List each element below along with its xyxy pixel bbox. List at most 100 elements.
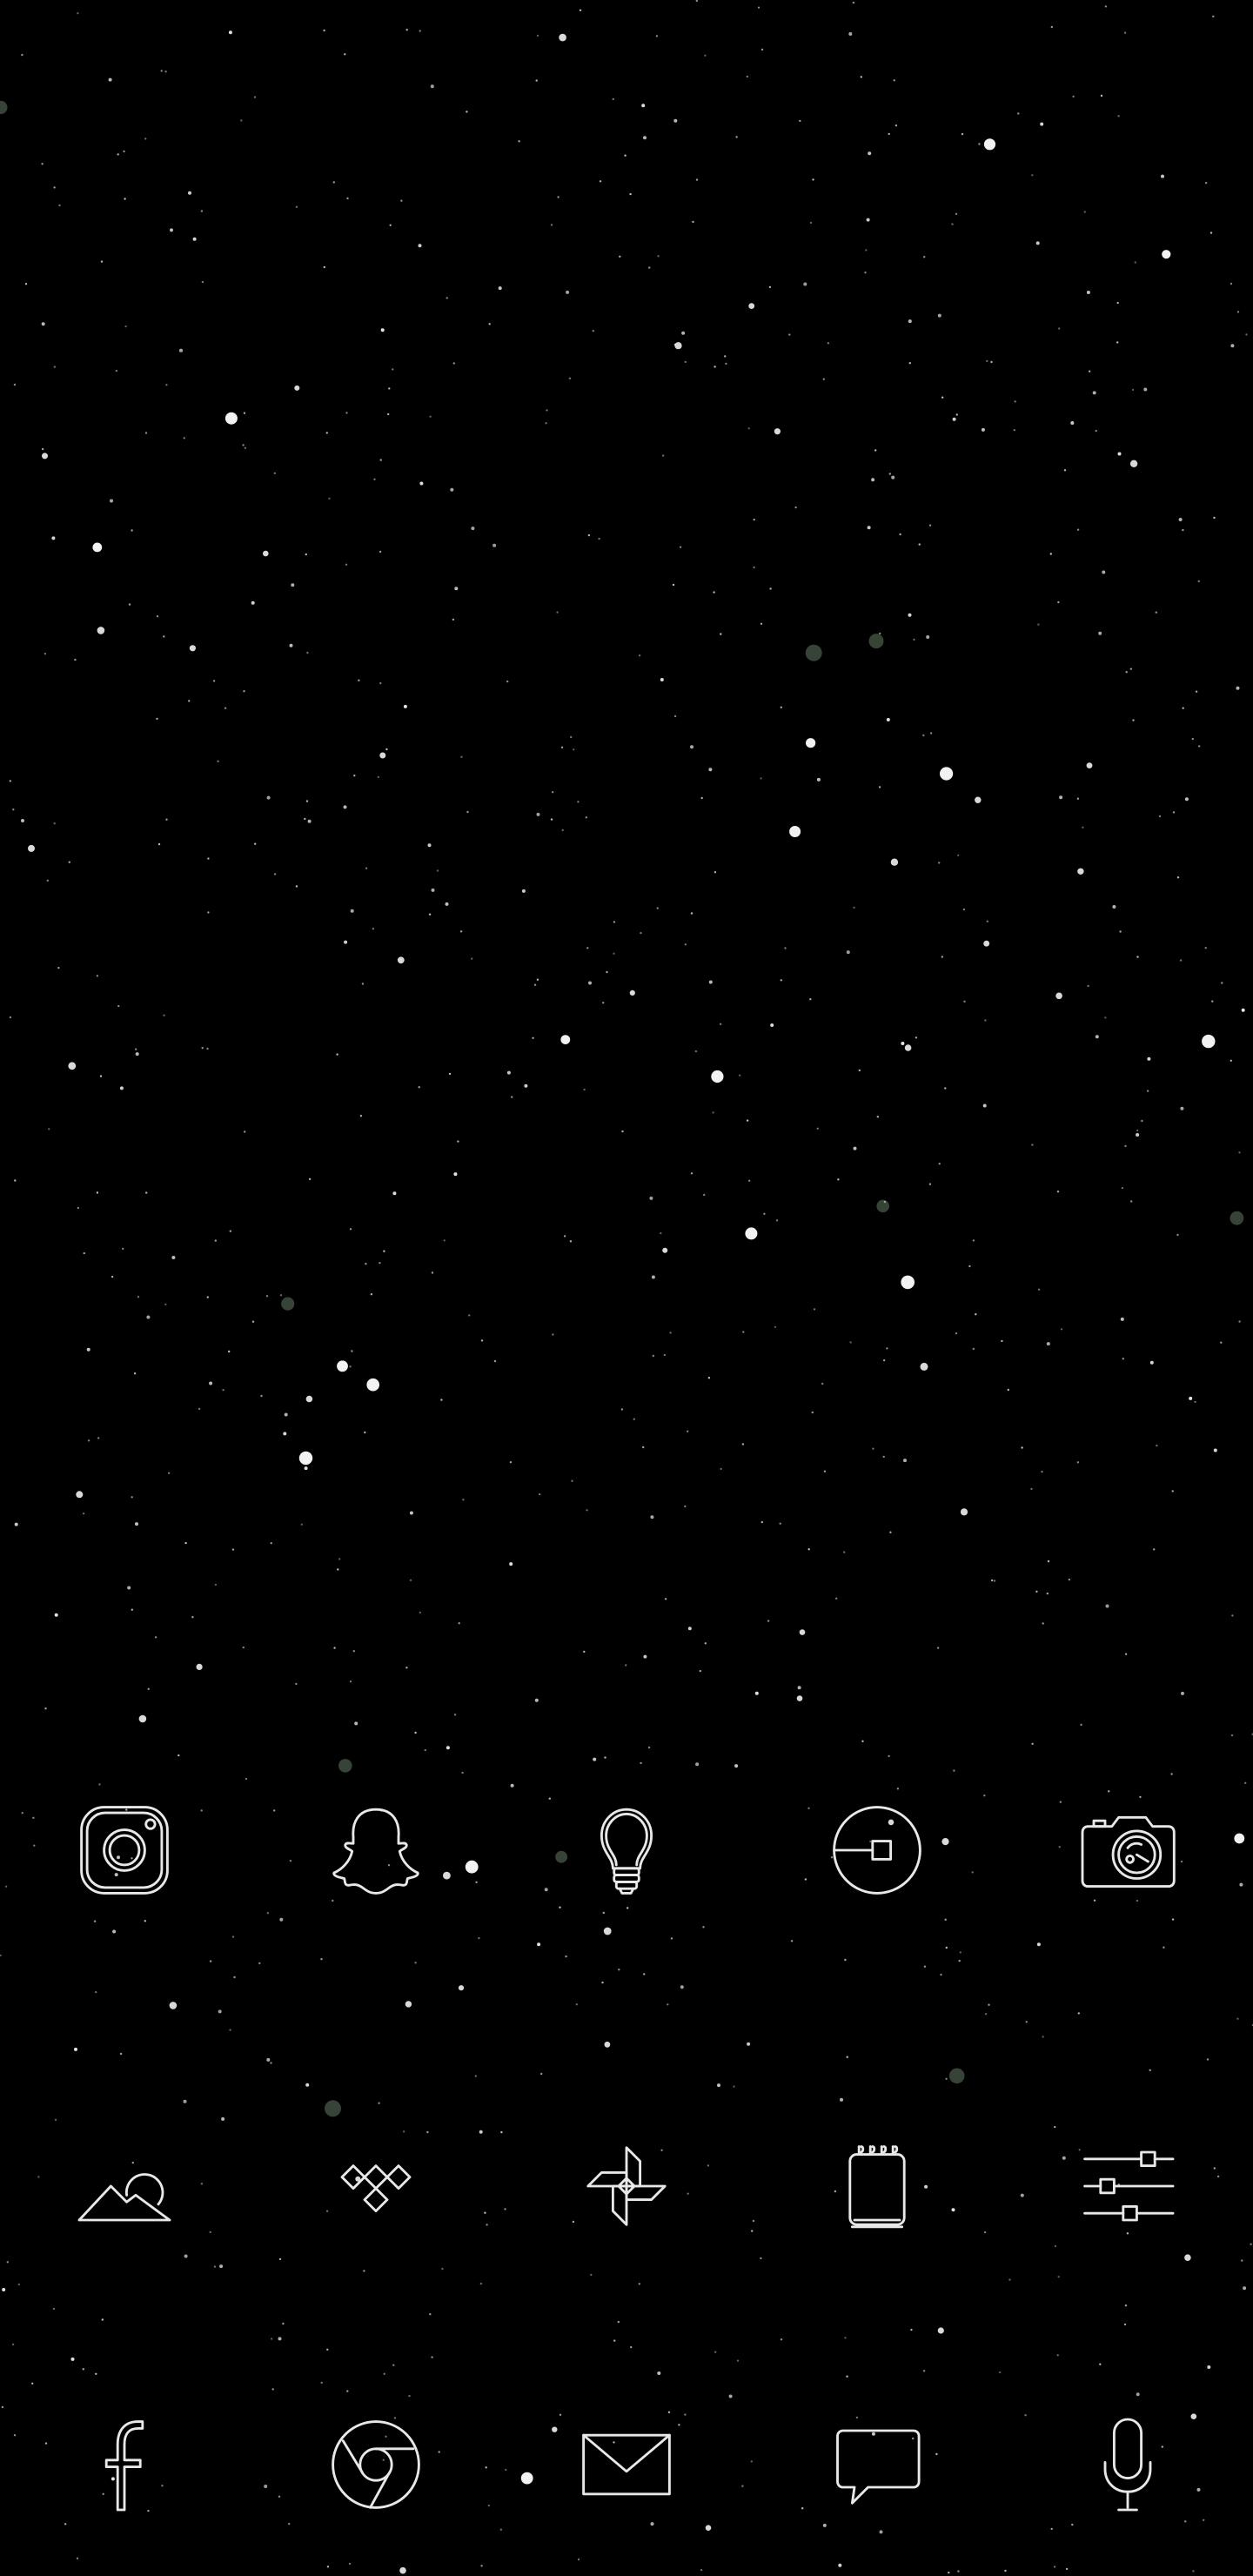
- star: [1143, 387, 1148, 392]
- star: [9, 1016, 12, 1019]
- star: [6, 2261, 9, 2264]
- star: [993, 1580, 996, 1582]
- star: [573, 748, 575, 751]
- uber-app-icon[interactable]: Uber: [807, 1781, 947, 1920]
- star: [684, 943, 687, 946]
- star: [1031, 1742, 1034, 1746]
- star: [799, 119, 801, 123]
- star: [41, 447, 44, 451]
- star: [403, 704, 407, 708]
- messages-app-icon[interactable]: Messages: [807, 2395, 947, 2534]
- star: [735, 136, 738, 138]
- star: [1147, 1057, 1151, 1061]
- star: [264, 2485, 268, 2488]
- star: [649, 1196, 653, 1200]
- chrome-app-icon[interactable]: Chrome: [306, 2395, 446, 2534]
- star: [813, 1308, 816, 1311]
- star: [127, 1586, 131, 1590]
- star: [707, 2164, 710, 2167]
- star: [746, 75, 748, 78]
- notes-app-icon[interactable]: Notes: [807, 2116, 947, 2256]
- star: [128, 603, 131, 606]
- star: [156, 717, 158, 721]
- star: [458, 1985, 465, 1991]
- star: [520, 2472, 533, 2485]
- star: [660, 1231, 662, 1235]
- star: [500, 2130, 503, 2134]
- star: [585, 816, 587, 819]
- star: [1070, 421, 1075, 425]
- star: [263, 550, 269, 557]
- star: [535, 79, 538, 82]
- settings-app-icon[interactable]: Settings: [1058, 2116, 1197, 2256]
- star: [761, 1520, 763, 1524]
- camera-app-icon[interactable]: Camera: [1058, 1781, 1197, 1920]
- star: [816, 1127, 819, 1130]
- star: [479, 2130, 483, 2134]
- star: [164, 70, 167, 73]
- star: [1001, 1339, 1003, 1343]
- tidal-app-icon[interactable]: Tidal: [306, 2116, 446, 2256]
- star: [864, 272, 867, 274]
- star: [295, 885, 298, 888]
- star: [835, 1597, 838, 1600]
- facebook-app-icon[interactable]: Facebook: [55, 2395, 194, 2534]
- star: [712, 1111, 714, 1114]
- star: [352, 1650, 355, 1653]
- star: [222, 1389, 224, 1392]
- star: [788, 333, 791, 336]
- star: [1230, 1059, 1233, 1063]
- voice-search-app-icon[interactable]: Voice Search: [1058, 2395, 1197, 2534]
- star: [747, 427, 750, 430]
- star: [882, 1358, 886, 1362]
- star: [617, 2320, 620, 2324]
- star: [304, 817, 306, 821]
- star: [278, 2495, 281, 2498]
- star: [343, 805, 347, 809]
- star: [266, 2057, 271, 2062]
- star: [651, 1275, 655, 1279]
- star: [545, 422, 547, 425]
- star: [419, 481, 424, 486]
- star: [728, 2394, 733, 2398]
- star: [1024, 2414, 1027, 2417]
- star: [1244, 1781, 1247, 1784]
- star: [1121, 1186, 1124, 1190]
- star: [641, 104, 646, 108]
- star: [660, 678, 664, 681]
- email-app-icon[interactable]: Email: [557, 2395, 696, 2534]
- star: [971, 1871, 974, 1874]
- star: [1116, 301, 1119, 305]
- star: [379, 752, 386, 759]
- snapchat-app-icon[interactable]: Snapchat: [306, 1781, 446, 1920]
- star: [561, 828, 564, 832]
- star: [1124, 1144, 1127, 1148]
- star: [629, 192, 632, 196]
- star: [337, 1568, 339, 1571]
- star: [827, 342, 830, 345]
- star: [928, 1183, 932, 1185]
- star: [642, 1446, 645, 1449]
- star: [983, 940, 990, 947]
- star: [652, 1354, 654, 1358]
- star: [1112, 905, 1116, 909]
- star: [452, 362, 455, 365]
- star: [638, 654, 641, 657]
- star: [960, 1508, 968, 1516]
- star: [1212, 15, 1215, 18]
- star: [809, 221, 813, 225]
- gallery-app-icon[interactable]: Gallery: [55, 2116, 194, 2256]
- photos-app-icon[interactable]: Photos: [557, 2116, 696, 2256]
- star: [1216, 2175, 1220, 2178]
- star: [1146, 1090, 1149, 1092]
- lightbulb-app-icon[interactable]: Lightbulb: [557, 1781, 696, 1920]
- star: [389, 224, 392, 226]
- star: [82, 2368, 85, 2371]
- star: [789, 826, 801, 837]
- star: [704, 1642, 707, 1645]
- star: [613, 2339, 616, 2342]
- star: [273, 873, 277, 875]
- star: [714, 2351, 717, 2353]
- instagram-app-icon[interactable]: Instagram: [55, 1781, 194, 1920]
- star: [1181, 1691, 1184, 1695]
